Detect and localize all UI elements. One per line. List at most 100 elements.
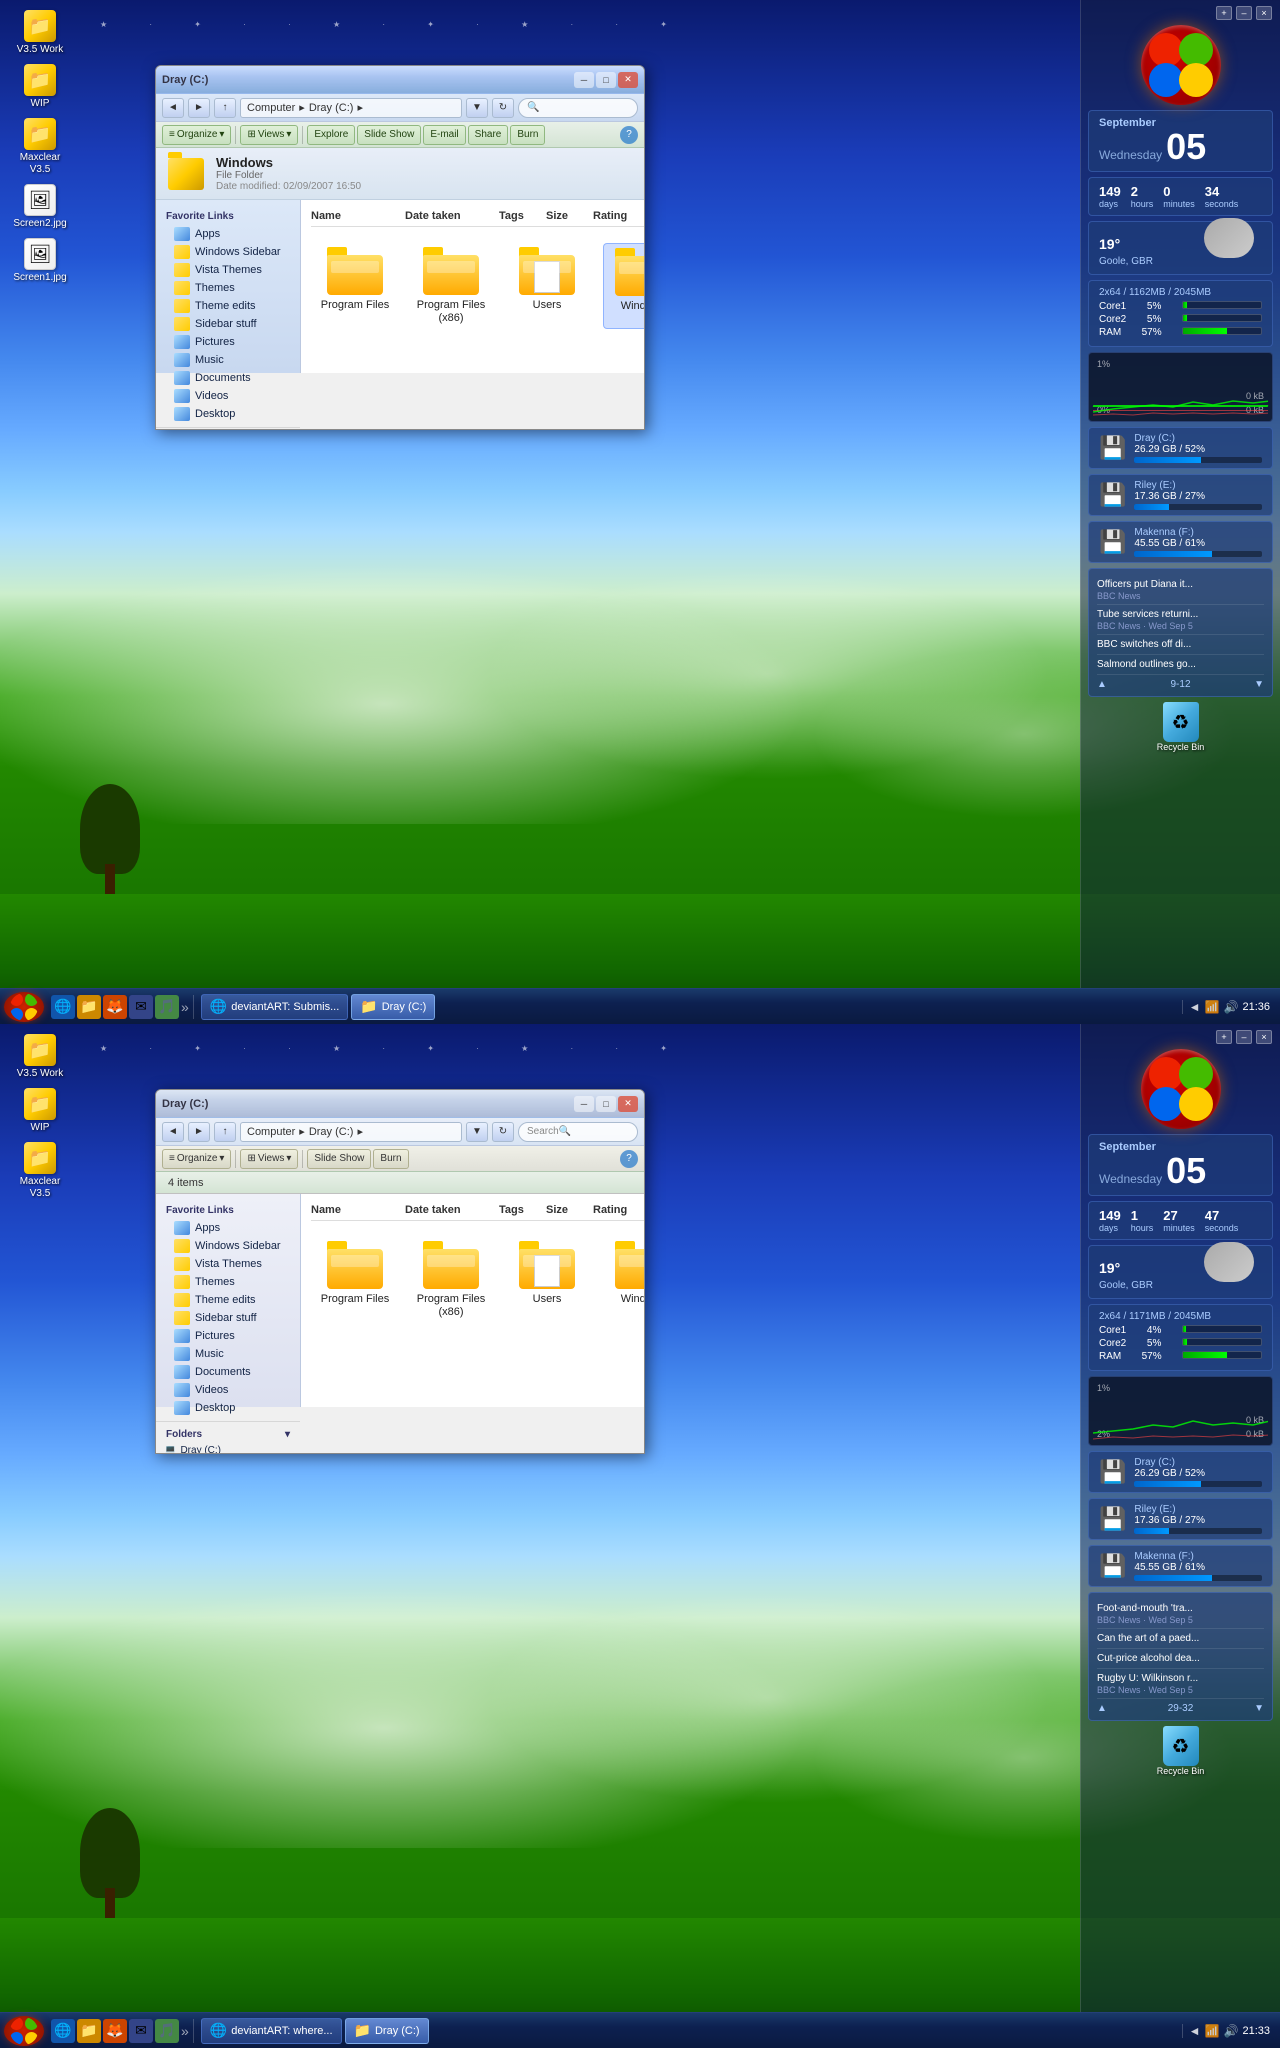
tree-dray-b[interactable]: 💻 Dray (C:)	[156, 1443, 300, 1454]
toolbar-share-top[interactable]: Share	[468, 125, 509, 145]
task-btn-deviantart[interactable]: 🌐 deviantART: Submis...	[201, 994, 348, 1020]
search-box-bottom[interactable]: Search 🔍	[518, 1122, 638, 1142]
breadcrumb-dray-b[interactable]: Dray (C:)	[309, 1126, 354, 1138]
nav-item-vista-themes-b[interactable]: Vista Themes	[156, 1255, 300, 1273]
col-header-tags[interactable]: Tags	[499, 210, 546, 222]
ql-folder-icon-b[interactable]: 📁	[77, 2019, 101, 2043]
desktop-icon-maxclear-b[interactable]: 📁 Maxclear V3.5	[10, 1142, 70, 1200]
nav-item-themes[interactable]: Themes	[156, 279, 300, 297]
sidebar-min-btn[interactable]: –	[1236, 6, 1252, 20]
nav-item-windows-sidebar[interactable]: Windows Sidebar	[156, 243, 300, 261]
refresh-btn-bottom[interactable]: ↻	[492, 1122, 514, 1142]
refresh-btn-top[interactable]: ↻	[492, 98, 514, 118]
toolbar-views-top[interactable]: ⊞ Views ▾	[240, 125, 298, 145]
up-button-bottom[interactable]: ↑	[214, 1122, 236, 1142]
nav-item-documents-b[interactable]: Documents	[156, 1363, 300, 1381]
ql-icon-3-b[interactable]: 🦊	[103, 2019, 127, 2043]
file-item-program-files-b[interactable]: Program Files	[315, 1237, 395, 1323]
news-next-btn-b[interactable]: ▼	[1254, 1703, 1264, 1714]
systray-volume-icon[interactable]: 🔊	[1224, 1000, 1239, 1014]
back-button-top[interactable]: ◄	[162, 98, 184, 118]
up-button-top[interactable]: ↑	[214, 98, 236, 118]
nav-item-sidebar-stuff-b[interactable]: Sidebar stuff	[156, 1309, 300, 1327]
desktop-icon-screen1[interactable]: 🖼 Screen1.jpg	[10, 238, 70, 284]
dropdown-btn-bottom[interactable]: ▼	[466, 1122, 488, 1142]
favorite-links-title[interactable]: Favorite Links	[156, 208, 300, 225]
nav-item-videos-b[interactable]: Videos	[156, 1381, 300, 1399]
dropdown-btn-top[interactable]: ▼	[466, 98, 488, 118]
news-item-4-b[interactable]: Rugby U: Wilkinson r... BBC News · Wed S…	[1097, 1669, 1264, 1699]
file-item-program-files-x86-b[interactable]: Program Files (x86)	[411, 1237, 491, 1323]
nav-item-theme-edits-b[interactable]: Theme edits	[156, 1291, 300, 1309]
nav-item-music[interactable]: Music	[156, 351, 300, 369]
maximize-button-top[interactable]: □	[596, 72, 616, 88]
quicklaunch-more-btn-b[interactable]: »	[181, 2023, 189, 2039]
desktop-icon-v35work[interactable]: 📁 V3.5 Work	[10, 10, 70, 56]
sidebar-min-btn-b[interactable]: –	[1236, 1030, 1252, 1044]
toolbar-slideshow-top[interactable]: Slide Show	[357, 125, 421, 145]
recycle-bin-top[interactable]: ♻ Recycle Bin	[1156, 702, 1206, 757]
desktop-icon-wip-b[interactable]: 📁 WIP	[10, 1088, 70, 1134]
forward-button-bottom[interactable]: ►	[188, 1122, 210, 1142]
nav-item-pictures[interactable]: Pictures	[156, 333, 300, 351]
task-btn-dray-b[interactable]: 📁 Dray (C:)	[345, 2018, 429, 2044]
minimize-button-top[interactable]: ─	[574, 72, 594, 88]
breadcrumb-bottom[interactable]: Computer ▸ Dray (C:) ▸	[240, 1122, 462, 1142]
desktop-icon-screen2[interactable]: 🖼 Screen2.jpg	[10, 184, 70, 230]
col-header-rating-b[interactable]: Rating	[593, 1204, 645, 1216]
nav-item-vista-themes[interactable]: Vista Themes	[156, 261, 300, 279]
forward-button-top[interactable]: ►	[188, 98, 210, 118]
back-button-bottom[interactable]: ◄	[162, 1122, 184, 1142]
news-prev-btn-b[interactable]: ▲	[1097, 1703, 1107, 1714]
news-prev-btn[interactable]: ▲	[1097, 679, 1107, 690]
toolbar-email-top[interactable]: E-mail	[423, 125, 465, 145]
ql-icon-5-b[interactable]: 🎵	[155, 2019, 179, 2043]
nav-item-apps[interactable]: Apps	[156, 225, 300, 243]
desktop-icon-v35work-b[interactable]: 📁 V3.5 Work	[10, 1034, 70, 1080]
systray-arrow-icon[interactable]: ◄	[1189, 1000, 1201, 1014]
breadcrumb-computer[interactable]: Computer	[247, 102, 295, 114]
help-button-top[interactable]: ?	[620, 126, 638, 144]
toolbar-organize-bottom[interactable]: ≡ Organize ▾	[162, 1149, 231, 1169]
toolbar-burn-top[interactable]: Burn	[510, 125, 545, 145]
task-btn-dray[interactable]: 📁 Dray (C:)	[351, 994, 435, 1020]
breadcrumb-top[interactable]: Computer ▸ Dray (C:) ▸	[240, 98, 462, 118]
news-item-2-b[interactable]: Can the art of a paed...	[1097, 1629, 1264, 1649]
col-header-size[interactable]: Size	[546, 210, 593, 222]
favorite-links-title-b[interactable]: Favorite Links	[156, 1202, 300, 1219]
systray-arrow-icon-b[interactable]: ◄	[1189, 2024, 1201, 2038]
nav-item-theme-edits[interactable]: Theme edits	[156, 297, 300, 315]
nav-item-desktop-b[interactable]: Desktop	[156, 1399, 300, 1417]
ql-icon-3[interactable]: 🦊	[103, 995, 127, 1019]
sidebar-close-btn[interactable]: ×	[1256, 6, 1272, 20]
help-button-bottom[interactable]: ?	[620, 1150, 638, 1168]
news-item-1[interactable]: Officers put Diana it... BBC News	[1097, 575, 1264, 605]
nav-item-sidebar-stuff[interactable]: Sidebar stuff	[156, 315, 300, 333]
close-button-top[interactable]: ✕	[618, 72, 638, 88]
file-item-users[interactable]: Users	[507, 243, 587, 329]
news-item-4[interactable]: Salmond outlines go...	[1097, 655, 1264, 675]
news-item-3-b[interactable]: Cut-price alcohol dea...	[1097, 1649, 1264, 1669]
desktop-icon-maxclear[interactable]: 📁 Maxclear V3.5	[10, 118, 70, 176]
news-item-2[interactable]: Tube services returni... BBC News · Wed …	[1097, 605, 1264, 635]
ql-folder-icon[interactable]: 📁	[77, 995, 101, 1019]
nav-item-apps-b[interactable]: Apps	[156, 1219, 300, 1237]
minimize-button-bottom[interactable]: ─	[574, 1096, 594, 1112]
nav-item-windows-sidebar-b[interactable]: Windows Sidebar	[156, 1237, 300, 1255]
file-item-users-b[interactable]: Users	[507, 1237, 587, 1323]
ql-icon-5[interactable]: 🎵	[155, 995, 179, 1019]
file-item-program-files[interactable]: Program Files	[315, 243, 395, 329]
systray-volume-icon-b[interactable]: 🔊	[1224, 2024, 1239, 2038]
col-header-name[interactable]: Name	[311, 210, 405, 222]
recycle-bin-bottom[interactable]: ♻ Recycle Bin	[1156, 1726, 1206, 1781]
news-item-3[interactable]: BBC switches off di...	[1097, 635, 1264, 655]
toolbar-slideshow-bottom[interactable]: Slide Show	[307, 1149, 371, 1169]
ql-icon-4[interactable]: ✉	[129, 995, 153, 1019]
col-header-name-b[interactable]: Name	[311, 1204, 405, 1216]
close-button-bottom[interactable]: ✕	[618, 1096, 638, 1112]
quicklaunch-more-btn[interactable]: »	[181, 999, 189, 1015]
toolbar-explore-top[interactable]: Explore	[307, 125, 355, 145]
toolbar-views-bottom[interactable]: ⊞ Views ▾	[240, 1149, 298, 1169]
nav-item-documents[interactable]: Documents	[156, 369, 300, 387]
folders-expand-btn-bottom[interactable]: Folders ▾	[156, 1426, 300, 1443]
